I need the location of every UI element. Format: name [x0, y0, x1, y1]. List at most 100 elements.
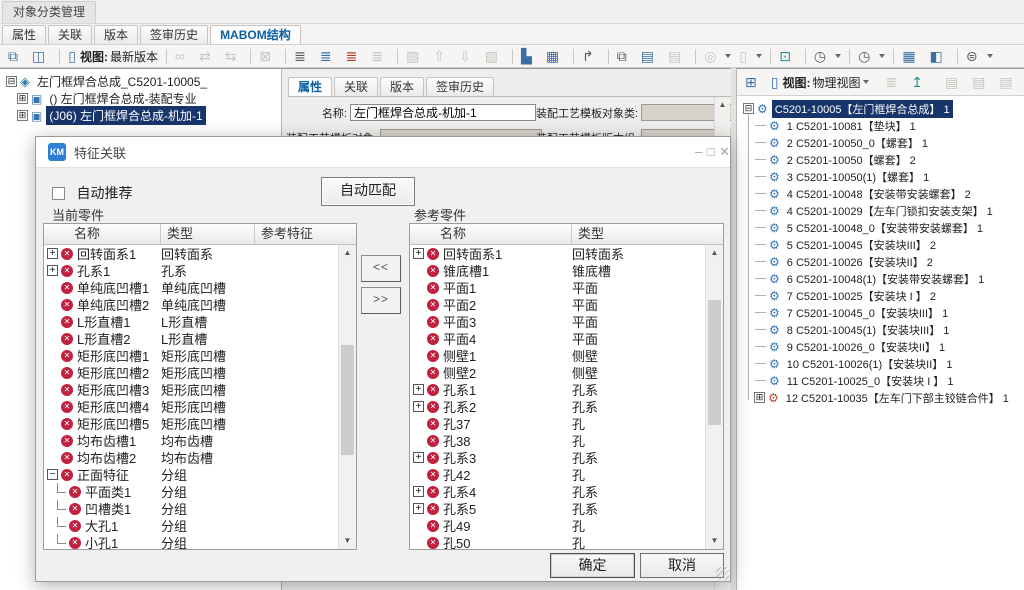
gear-icon[interactable]: ⚙ 5 C5201-10045【安装块III】 2 — [750, 236, 1024, 253]
gear-icon[interactable]: ⚙ 2 C5201-10050【螺套】 2 — [750, 151, 1024, 168]
part-icon[interactable]: ⊞ ▣ () 左门框焊合总成-装配专业 — [13, 90, 281, 107]
feature-row[interactable]: 锥底槽1 锥底槽 — [410, 262, 706, 279]
gear-icon[interactable]: ⚙ 10 C5201-10026(1)【安装块II】 1 — [750, 355, 1024, 372]
remove-feature-icon[interactable] — [427, 401, 439, 413]
select-box-icon[interactable]: ⊠ — [256, 46, 280, 66]
tiles-icon[interactable]: ◧ — [927, 46, 952, 66]
gear-icon[interactable]: ⚙ 6 C5201-10026【安装块II】 2 — [750, 253, 1024, 270]
expander-icon[interactable]: + — [47, 248, 58, 259]
save-icon[interactable]: ◫ — [29, 46, 54, 66]
swap2-icon[interactable]: ⇆ — [222, 46, 246, 66]
open-form-icon[interactable]: ⧉ — [5, 46, 27, 66]
remove-feature-icon[interactable] — [427, 265, 439, 277]
gear-red-icon[interactable]: ⊞ ⚙ 12 C5201-10035【左车门下部主铰链合件】 1 — [750, 389, 1024, 406]
remove-feature-icon[interactable] — [427, 435, 439, 447]
auto-recommend-option[interactable]: 自动推荐 — [52, 183, 132, 203]
remove-feature-icon[interactable] — [61, 265, 73, 277]
gear-icon[interactable]: ⚙ 11 C5201-10025_0【安装块 I 】 1 — [750, 372, 1024, 389]
feature-row[interactable]: 大孔1 分组 — [44, 517, 339, 534]
remove-feature-icon[interactable] — [61, 469, 73, 481]
table-scrollbar[interactable]: ▲ ▼ — [705, 245, 723, 549]
field-input[interactable] — [350, 104, 536, 121]
tab-sign-history[interactable]: 签审历史 — [426, 77, 494, 96]
gear-icon[interactable]: ⚙ 7 C5201-10025【安装块 I 】 2 — [750, 287, 1024, 304]
feature-row[interactable]: 矩形底凹槽2 矩形底凹槽 — [44, 364, 339, 381]
feature-row[interactable]: + 孔系4 孔系 — [410, 483, 706, 500]
move-to-reference-button[interactable]: >> — [361, 287, 401, 314]
expander-icon[interactable]: ⊞ — [17, 110, 28, 121]
expander-icon[interactable]: − — [47, 469, 58, 480]
remove-feature-icon[interactable] — [69, 537, 81, 549]
stack-off-icon[interactable]: ≣ — [368, 46, 392, 66]
stack-remove-icon[interactable]: ≣ — [343, 46, 367, 66]
feature-row[interactable]: 孔49 孔 — [410, 517, 706, 534]
feature-row[interactable]: + 孔系3 孔系 — [410, 449, 706, 466]
remove-feature-icon[interactable] — [61, 452, 73, 464]
maximize-icon[interactable]: □ — [707, 144, 715, 159]
feature-row[interactable]: 均布齿槽1 均布齿槽 — [44, 432, 339, 449]
remove-feature-icon[interactable] — [427, 486, 439, 498]
remove-feature-icon[interactable] — [427, 537, 439, 549]
feature-row[interactable]: + 回转面系1 回转面系 — [44, 245, 339, 262]
remove-feature-icon[interactable] — [61, 316, 73, 328]
history2-icon[interactable]: ◷ — [855, 46, 888, 66]
remove-feature-icon[interactable] — [427, 350, 439, 362]
remove-feature-icon[interactable] — [61, 401, 73, 413]
scroll-down-icon[interactable]: ▼ — [339, 533, 356, 549]
feature-row[interactable]: 矩形底凹槽3 矩形底凹槽 — [44, 381, 339, 398]
remove-feature-icon[interactable] — [427, 503, 439, 515]
tab-relations[interactable]: 关联 — [334, 77, 378, 96]
new-doc-icon[interactable]: ▯ 视图: 最新版本 — [65, 46, 161, 66]
history-icon[interactable]: ◷ — [811, 46, 844, 66]
column-header[interactable]: 类型 — [572, 224, 723, 244]
column-header[interactable]: 类型 — [161, 224, 255, 244]
feature-row[interactable]: 矩形底凹槽1 矩形底凹槽 — [44, 347, 339, 364]
remove-feature-icon[interactable] — [69, 520, 81, 532]
remove-feature-icon[interactable] — [427, 520, 439, 532]
windows-icon[interactable]: ⧉ — [614, 46, 636, 66]
minimize-icon[interactable]: – — [695, 144, 702, 159]
move-to-current-button[interactable]: << — [361, 255, 401, 282]
feature-row[interactable]: L形直槽2 L形直槽 — [44, 330, 339, 347]
feature-row[interactable]: + 孔系2 孔系 — [410, 398, 706, 415]
tab-attributes[interactable]: 属性 — [288, 77, 332, 96]
feature-row[interactable]: + 孔系1 孔系 — [410, 381, 706, 398]
feature-row[interactable]: 单纯底凹槽2 单纯底凹槽 — [44, 296, 339, 313]
expander-icon[interactable]: + — [47, 265, 58, 276]
remove-feature-icon[interactable] — [61, 384, 73, 396]
remove-feature-icon[interactable] — [427, 469, 439, 481]
expander-icon[interactable]: + — [413, 384, 424, 395]
scrollbar-thumb[interactable] — [341, 345, 354, 455]
remove-feature-icon[interactable] — [69, 503, 81, 515]
table-scrollbar[interactable]: ▲ ▼ — [338, 245, 356, 549]
stack-off-icon[interactable]: ≣ — [882, 72, 906, 92]
expander-icon[interactable]: + — [413, 401, 424, 412]
arrow-down-icon[interactable]: ⇩ — [456, 46, 480, 66]
remove-feature-icon[interactable] — [69, 486, 81, 498]
new-doc-icon[interactable]: ▯ 视图: 物理视图 — [768, 72, 873, 92]
branch-icon[interactable]: ↱ — [579, 46, 603, 66]
link-icon[interactable]: ∞ — [172, 46, 194, 66]
auto-recommend-checkbox[interactable] — [52, 187, 65, 200]
feature-row[interactable]: 均布齿槽2 均布齿槽 — [44, 449, 339, 466]
close-icon[interactable]: ✕ — [719, 144, 730, 159]
list-off3-icon[interactable]: ▤ — [996, 72, 1021, 92]
feature-row[interactable]: 平面类1 分组 — [44, 483, 339, 500]
column-header[interactable]: 参考特征 — [255, 224, 356, 244]
gear-dd-icon[interactable]: ◎ — [701, 46, 734, 66]
column-header[interactable]: 名称 — [44, 224, 161, 244]
list-off-icon[interactable]: ▤ — [665, 46, 690, 66]
gear-icon[interactable]: ⚙ 1 C5201-10081【垫块】 1 — [750, 117, 1024, 134]
list-icon[interactable]: ▤ — [638, 46, 663, 66]
remove-feature-icon[interactable] — [61, 367, 73, 379]
feature-row[interactable]: 单纯底凹槽1 单纯底凹槽 — [44, 279, 339, 296]
remove-feature-icon[interactable] — [427, 333, 439, 345]
tab-relations[interactable]: 关联 — [48, 25, 92, 44]
expander-icon[interactable]: + — [413, 486, 424, 497]
gear-icon[interactable]: ⚙ 3 C5201-10050(1)【螺套】 1 — [750, 168, 1024, 185]
feature-row[interactable]: 侧壁2 侧壁 — [410, 364, 706, 381]
feature-row[interactable]: 侧壁1 侧壁 — [410, 347, 706, 364]
column-header[interactable]: 名称 — [410, 224, 572, 244]
gear-icon[interactable]: ⚙ 4 C5201-10029【左车门锁扣安装支架】 1 — [750, 202, 1024, 219]
remove-feature-icon[interactable] — [61, 435, 73, 447]
